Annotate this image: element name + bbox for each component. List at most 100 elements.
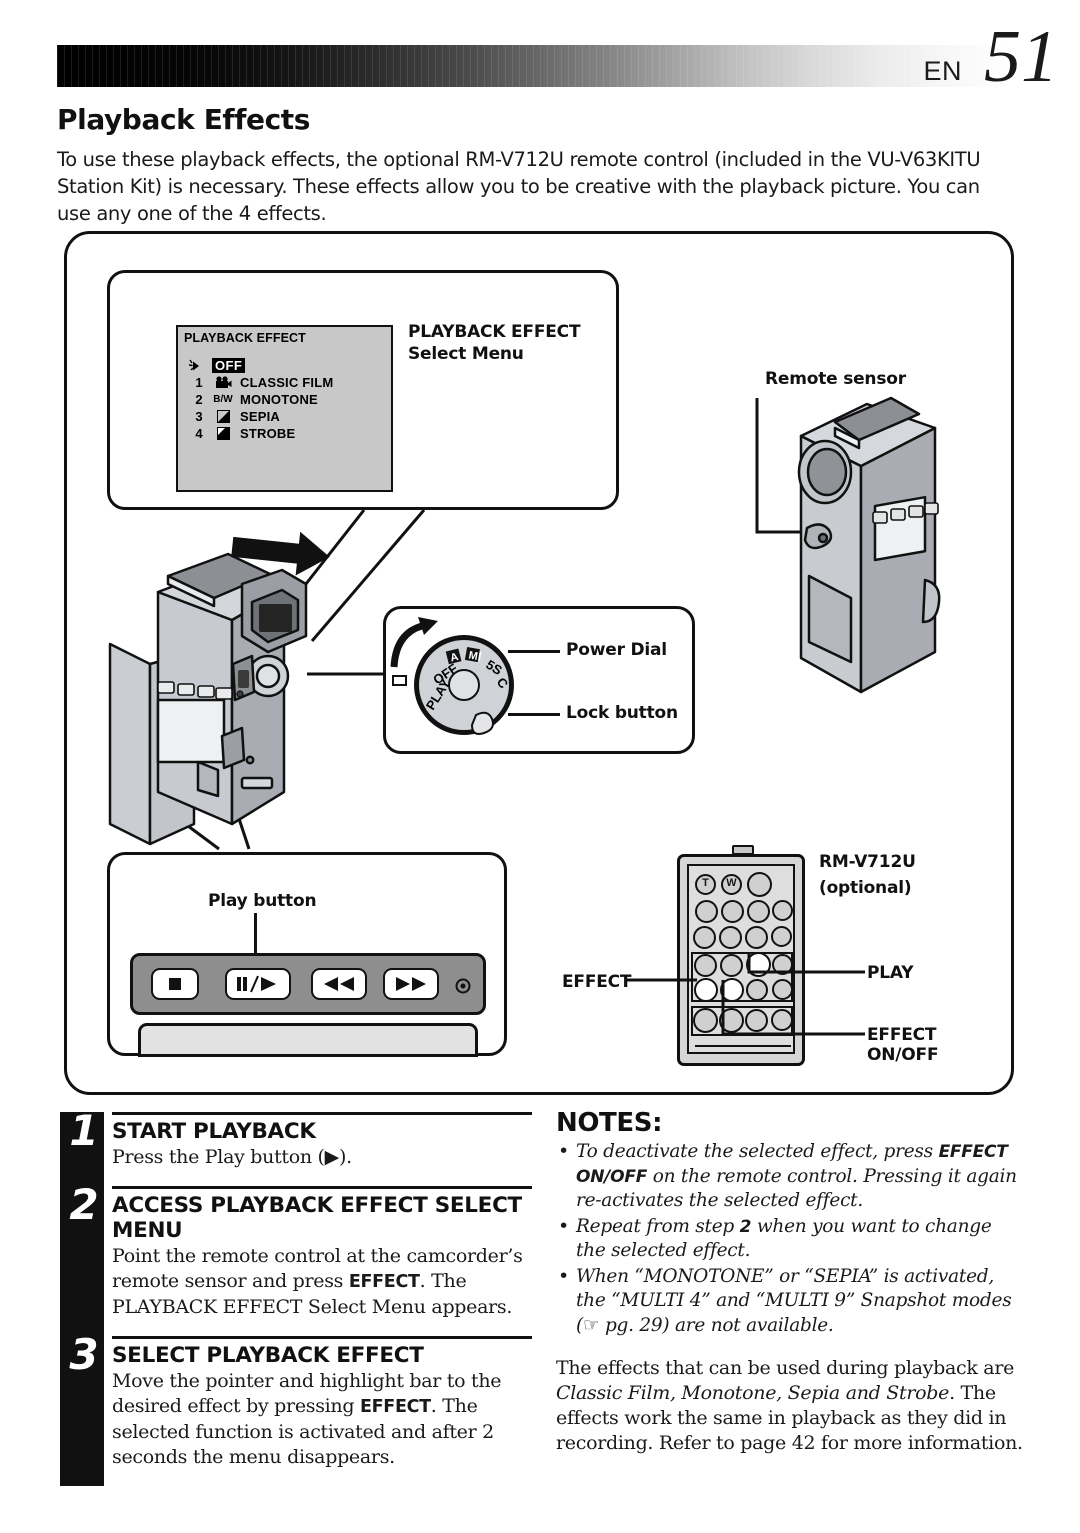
play-button-label: Play button (208, 891, 317, 911)
remote-effect-label: EFFECT (562, 972, 632, 992)
fast-forward-button[interactable] (383, 968, 439, 1000)
remote-button-r3c4[interactable] (771, 926, 792, 947)
zoom-wide-label: W (726, 877, 737, 889)
remote-play-button[interactable] (746, 952, 771, 977)
osd-item-number: 2 (195, 391, 203, 407)
osd-callout-box: PLAYBACK EFFECT OFF 1 CLASSIC FILM 2 B/W… (107, 270, 619, 510)
osd-screen: PLAYBACK EFFECT OFF 1 CLASSIC FILM 2 B/W… (176, 325, 393, 492)
movie-camera-icon (210, 375, 236, 390)
play-glyph-icon: ▶ (324, 1146, 340, 1168)
step-body-bold: EFFECT (359, 1397, 431, 1417)
camcorder-open-lcd-illustration (108, 531, 330, 846)
osd-item-number: 3 (195, 408, 203, 424)
note-text-part1: Repeat from step (576, 1215, 740, 1237)
remote-ir-emitter (732, 845, 754, 855)
remote-rewind-button[interactable] (720, 954, 743, 977)
remote-button-r2c4[interactable] (772, 900, 793, 921)
pointing-hand-icon: ☞ (582, 1314, 600, 1336)
remote-button-r6c1[interactable] (693, 1008, 718, 1033)
effect-onoff-button[interactable] (720, 978, 744, 1002)
notes-column: NOTES: To deactivate the selected effect… (556, 1108, 1024, 1456)
osd-item-list: OFF 1 CLASSIC FILM 2 B/W MONOTONE 3 SEPI… (188, 357, 333, 442)
page-number: 51 (984, 16, 1058, 98)
stop-button[interactable] (151, 968, 199, 1000)
lock-indicator-mark (392, 675, 407, 686)
figure-panel: PLAYBACK EFFECT OFF 1 CLASSIC FILM 2 B/W… (64, 231, 1014, 1095)
step-body-post: ). (338, 1146, 352, 1168)
lock-button-label: Lock button (566, 703, 678, 723)
step-heading: SELECT PLAYBACK EFFECT (112, 1343, 424, 1368)
step-rule (112, 1112, 532, 1115)
record-indicator-icon (455, 978, 471, 999)
remote-record-pause-button[interactable] (745, 1009, 768, 1032)
step-body-pre: Press the Play button ( (112, 1146, 325, 1168)
notes-title: NOTES: (556, 1108, 663, 1138)
osd-item-label: STROBE (240, 425, 296, 441)
slow-forward-button[interactable] (719, 926, 742, 949)
remote-bottom-slot (695, 1040, 791, 1047)
remote-button-r3c3[interactable] (745, 926, 768, 949)
step-1: 1 START PLAYBACK Press the Play button (… (60, 1110, 532, 1186)
osd-caption: PLAYBACK EFFECT Select Menu (408, 322, 581, 364)
remote-button-r2c2[interactable] (721, 900, 744, 923)
page-header: EN 51 (0, 0, 1080, 100)
remote-button-r4c1[interactable] (694, 954, 717, 977)
osd-item-number: 1 (195, 374, 203, 390)
step-body: Point the remote control at the camcorde… (112, 1244, 532, 1320)
note-text-part1: To deactivate the selected effect, press (576, 1141, 939, 1162)
camcorder-lcd-panel-edge (138, 1023, 478, 1057)
step-rule (112, 1186, 532, 1189)
step-body: Press the Play button (▶). (112, 1145, 532, 1170)
remote-control-illustration: T W (677, 845, 805, 1066)
remote-button-r6c4[interactable] (771, 1009, 793, 1031)
osd-item-classic-film[interactable]: 1 CLASSIC FILM (188, 374, 333, 390)
effect-button[interactable] (694, 978, 718, 1002)
note-item: When “MONOTONE” or “SEPIA” is activated,… (556, 1264, 1024, 1339)
remote-button-r2c3[interactable] (747, 900, 770, 923)
power-dial-leader (508, 650, 560, 653)
power-dial-label: Power Dial (566, 640, 667, 660)
step-heading: ACCESS PLAYBACK EFFECT SELECT MENU (112, 1193, 522, 1243)
intro-paragraph: To use these playback effects, the optio… (57, 148, 981, 225)
step-rule (112, 1336, 532, 1339)
note-text-part2: pg. 29) are not available. (599, 1314, 834, 1336)
osd-title: PLAYBACK EFFECT (184, 331, 306, 345)
steps-column: 1 START PLAYBACK Press the Play button (… (60, 1110, 532, 1486)
pause-play-button[interactable] (225, 968, 291, 1000)
remote-stop-button[interactable] (746, 979, 768, 1001)
zoom-tele-label: T (702, 877, 709, 889)
page-title: Playback Effects (57, 103, 311, 136)
step-heading: START PLAYBACK (112, 1119, 316, 1144)
remote-play-label: PLAY (867, 963, 914, 983)
note-item: Repeat from step 2 when you want to chan… (556, 1214, 1024, 1264)
remote-button-r1c3[interactable] (747, 872, 772, 897)
note-text-bold: 2 (739, 1216, 752, 1237)
lock-button-leader (508, 713, 560, 716)
remote-pause-button[interactable] (772, 979, 793, 1000)
slow-reverse-button[interactable] (693, 926, 716, 949)
zoom-wide-button[interactable]: W (721, 874, 742, 895)
step-body: Move the pointer and highlight bar to th… (112, 1369, 532, 1470)
bw-icon: B/W (213, 393, 233, 405)
osd-item-sepia[interactable]: 3 SEPIA (188, 408, 333, 424)
note-item: To deactivate the selected effect, press… (556, 1139, 1024, 1214)
remote-model-label: RM-V712U (819, 852, 916, 872)
play-button-callout-box: Play button (107, 852, 507, 1057)
osd-item-monotone[interactable]: 2 B/W MONOTONE (188, 391, 333, 407)
notes-paragraph: The effects that can be used during play… (556, 1356, 1024, 1456)
step-body-bold: EFFECT (348, 1272, 420, 1292)
remote-button-r2c1[interactable] (695, 900, 718, 923)
step-number: 2 (69, 1180, 99, 1229)
camcorder-closed-illustration (755, 396, 941, 694)
notes-paragraph-part1: The effects that can be used during play… (556, 1357, 1015, 1379)
osd-item-strobe[interactable]: 4 STROBE (188, 425, 333, 441)
rewind-button[interactable] (311, 968, 367, 1000)
remote-button-r6c2[interactable] (719, 1008, 744, 1033)
step-number: 3 (69, 1330, 99, 1379)
zoom-tele-button[interactable]: T (695, 874, 716, 895)
remote-keypad-area: T W (687, 864, 795, 1054)
language-code: EN (923, 56, 962, 86)
osd-item-off[interactable]: OFF (188, 357, 333, 374)
remote-fast-forward-button[interactable] (772, 954, 793, 975)
osd-item-label: SEPIA (240, 408, 281, 424)
